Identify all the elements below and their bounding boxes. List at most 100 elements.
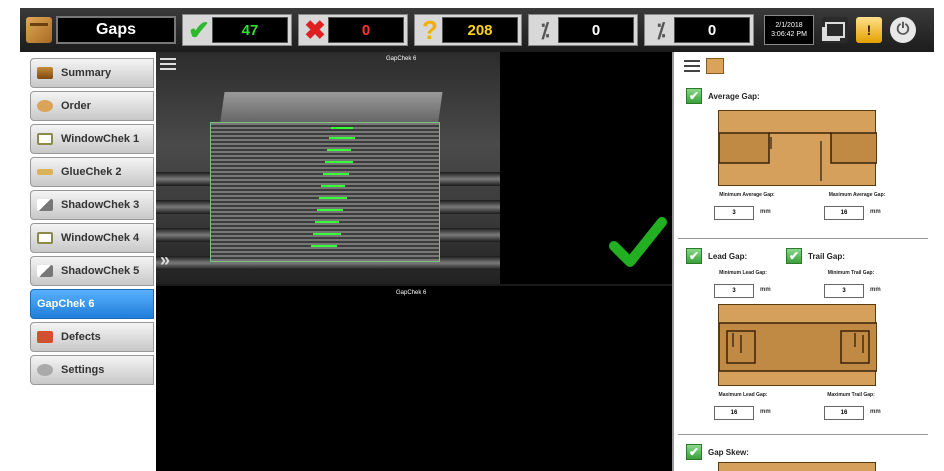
camera-label: GapChek 6 bbox=[386, 56, 417, 62]
x-icon: ✖ bbox=[304, 14, 326, 45]
settings-panel: ✔ Average Gap: Minimum Average Gap: Maxi… bbox=[672, 52, 934, 471]
unit-label: mm bbox=[870, 287, 881, 293]
warning-icon[interactable]: ! bbox=[856, 17, 882, 43]
max-average-gap-label: Maximum Average Gap: bbox=[828, 192, 886, 198]
pass-count: 47 bbox=[212, 17, 288, 43]
max-lead-gap-label: Maximum Lead Gap: bbox=[718, 392, 768, 398]
sidebar-item-summary[interactable]: Summary bbox=[30, 58, 154, 88]
percent-hour-icon: ⁒ bbox=[656, 19, 666, 42]
top-bar: Gaps ✔ 47 ✖ 0 ? 208 ⁒ 0 ⁒ 0 2/1/2018 3:0… bbox=[20, 8, 934, 52]
sidebar-item-label: GapChek 6 bbox=[37, 298, 95, 310]
gap-marker bbox=[323, 173, 349, 175]
max-trail-gap-input[interactable]: 16 bbox=[824, 406, 864, 420]
camera-view-top[interactable]: » GapChek 6 bbox=[156, 52, 672, 284]
shadow-icon bbox=[37, 199, 53, 211]
gap-marker bbox=[321, 185, 345, 187]
gap-marker bbox=[315, 221, 339, 223]
gap-marker bbox=[331, 127, 353, 129]
sidebar-item-gapchek-6[interactable]: GapChek 6 bbox=[30, 289, 154, 319]
summary-icon bbox=[37, 67, 53, 79]
percent-hour-counter: ⁒ 0 bbox=[644, 14, 754, 46]
sidebar-item-windowchek-1[interactable]: WindowChek 1 bbox=[30, 124, 154, 154]
pass-check-icon bbox=[609, 217, 667, 267]
min-lead-gap-label: Minimum Lead Gap: bbox=[719, 270, 767, 276]
unit-label: mm bbox=[870, 209, 881, 215]
glue-icon bbox=[37, 169, 53, 175]
window-icon bbox=[37, 232, 53, 244]
gap-marker bbox=[327, 149, 351, 151]
pass-counter: ✔ 47 bbox=[182, 14, 292, 46]
box-icon bbox=[26, 17, 52, 43]
gap-marker bbox=[313, 233, 341, 235]
max-lead-gap-input[interactable]: 16 bbox=[714, 406, 754, 420]
min-lead-gap-input[interactable]: 3 bbox=[714, 284, 754, 298]
clock-date: 2/1/2018 bbox=[775, 22, 803, 29]
camera-view-bottom[interactable]: GapChek 6 bbox=[156, 286, 672, 471]
camera-image bbox=[156, 52, 500, 284]
average-gap-checkbox[interactable]: ✔ bbox=[686, 88, 702, 104]
average-gap-label: Average Gap: bbox=[708, 92, 760, 101]
sidebar-item-windowchek-4[interactable]: WindowChek 4 bbox=[30, 223, 154, 253]
sidebar-item-gluechek-2[interactable]: GlueChek 2 bbox=[30, 157, 154, 187]
page-title: Gaps bbox=[56, 16, 176, 44]
min-trail-gap-label: Minimum Trail Gap: bbox=[827, 270, 875, 276]
shadow-icon bbox=[37, 265, 53, 277]
carton-stack bbox=[210, 122, 440, 262]
sidebar-item-label: Settings bbox=[61, 364, 105, 376]
unit-label: mm bbox=[760, 409, 771, 415]
question-icon: ? bbox=[422, 14, 438, 45]
unit-label: mm bbox=[870, 409, 881, 415]
max-trail-gap-label: Maximum Trail Gap: bbox=[827, 392, 875, 398]
sidebar: Summary Order WindowChek 1 GlueChek 2 Sh… bbox=[20, 52, 156, 471]
power-icon[interactable]: ⏻ bbox=[890, 17, 916, 43]
percent-count: 0 bbox=[558, 17, 634, 43]
settings-icon bbox=[37, 364, 53, 376]
gap-marker bbox=[329, 137, 355, 139]
unit-label: mm bbox=[760, 287, 771, 293]
sidebar-item-label: Summary bbox=[61, 67, 112, 79]
gap-skew-label: Gap Skew: bbox=[708, 448, 749, 457]
min-average-gap-input[interactable]: 3 bbox=[714, 206, 754, 220]
clock-time: 3:06:42 PM bbox=[771, 31, 807, 38]
app-window: Gaps ✔ 47 ✖ 0 ? 208 ⁒ 0 ⁒ 0 2/1/2018 3:0… bbox=[20, 8, 934, 471]
trail-gap-checkbox[interactable]: ✔ bbox=[786, 248, 802, 264]
title-group: Gaps bbox=[26, 13, 176, 47]
check-icon: ✔ bbox=[188, 14, 210, 45]
sidebar-item-settings[interactable]: Settings bbox=[30, 355, 154, 385]
lead-gap-checkbox[interactable]: ✔ bbox=[686, 248, 702, 264]
divider bbox=[678, 434, 928, 435]
sidebar-item-shadowchek-3[interactable]: ShadowChek 3 bbox=[30, 190, 154, 220]
unit-label: mm bbox=[760, 209, 771, 215]
sidebar-item-label: WindowChek 1 bbox=[61, 133, 140, 145]
defects-icon bbox=[37, 331, 53, 343]
sidebar-item-label: ShadowChek 5 bbox=[61, 265, 140, 277]
max-average-gap-input[interactable]: 16 bbox=[824, 206, 864, 220]
gap-marker bbox=[317, 209, 343, 211]
gap-marker bbox=[311, 245, 337, 247]
sidebar-item-label: WindowChek 4 bbox=[61, 232, 140, 244]
fail-count: 0 bbox=[328, 17, 404, 43]
trail-gap-label: Trail Gap: bbox=[808, 252, 845, 261]
chevron-right-icon[interactable]: » bbox=[160, 250, 170, 271]
menu-icon[interactable] bbox=[160, 58, 176, 70]
windows-icon[interactable] bbox=[822, 17, 848, 43]
sidebar-item-defects[interactable]: Defects bbox=[30, 322, 154, 352]
gap-marker bbox=[325, 161, 353, 163]
sidebar-item-label: ShadowChek 3 bbox=[61, 199, 140, 211]
sidebar-item-label: Defects bbox=[61, 331, 101, 343]
gap-marker bbox=[319, 197, 347, 199]
min-trail-gap-input[interactable]: 3 bbox=[824, 284, 864, 298]
camera-label: GapChek 6 bbox=[396, 290, 427, 296]
sidebar-item-label: Order bbox=[61, 100, 91, 112]
order-icon bbox=[37, 100, 53, 112]
list-icon[interactable] bbox=[684, 60, 700, 72]
percent-hour-count: 0 bbox=[674, 17, 750, 43]
clock: 2/1/2018 3:06:42 PM bbox=[764, 15, 814, 45]
fail-counter: ✖ 0 bbox=[298, 14, 408, 46]
gap-tool-icon[interactable] bbox=[706, 58, 724, 74]
min-average-gap-label: Minimum Average Gap: bbox=[719, 192, 775, 198]
sidebar-item-shadowchek-5[interactable]: ShadowChek 5 bbox=[30, 256, 154, 286]
gap-skew-checkbox[interactable]: ✔ bbox=[686, 444, 702, 460]
unknown-counter: ? 208 bbox=[414, 14, 522, 46]
sidebar-item-order[interactable]: Order bbox=[30, 91, 154, 121]
